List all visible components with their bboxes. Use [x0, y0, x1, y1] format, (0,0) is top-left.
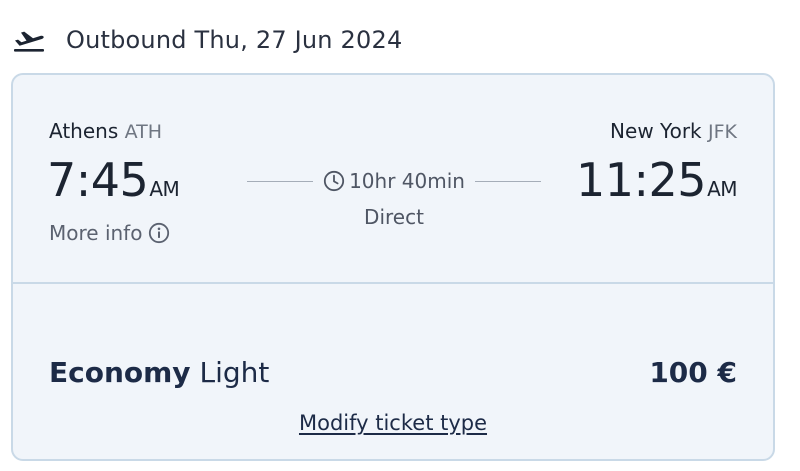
- modify-ticket-type-link[interactable]: Modify ticket type: [299, 411, 487, 435]
- departure-time: 7:45AM: [47, 153, 180, 207]
- fare-type-name: Light: [199, 356, 270, 389]
- fare-cabin: Economy: [49, 356, 191, 389]
- info-circle-icon: [148, 222, 170, 244]
- departure-airport-code: ATH: [124, 121, 163, 143]
- duration-center: 10hr 40min: [313, 169, 475, 193]
- modify-ticket-container: Modify ticket type: [13, 411, 773, 435]
- departure-time-value: 7:45: [47, 153, 149, 207]
- outbound-header: Outbound Thu, 27 Jun 2024: [12, 22, 402, 58]
- duration-line-right: [474, 180, 541, 182]
- arrival-city: New York JFK: [610, 119, 737, 143]
- duration-line-left: [247, 180, 314, 182]
- arrival-time-value: 11:25: [575, 153, 707, 207]
- stops-text: Direct: [364, 205, 424, 229]
- arrival-time: 11:25AM: [575, 153, 738, 207]
- fare-price: 100 €: [649, 356, 737, 389]
- flight-card: Athens ATH New York JFK 7:45AM 11:25AM M…: [11, 73, 775, 461]
- more-info-label: More info: [49, 221, 143, 245]
- fare-type: Economy Light: [49, 356, 269, 389]
- arrival-time-ampm: AM: [707, 177, 737, 201]
- outbound-date-title: Outbound Thu, 27 Jun 2024: [66, 26, 403, 54]
- duration-text: 10hr 40min: [349, 169, 465, 193]
- flight-duration: 10hr 40min: [247, 169, 541, 193]
- plane-takeoff-icon: [12, 25, 48, 55]
- arrival-city-name: New York: [610, 119, 702, 143]
- departure-city: Athens ATH: [49, 119, 162, 143]
- more-info-link[interactable]: More info: [49, 221, 170, 245]
- departure-city-name: Athens: [49, 119, 119, 143]
- departure-time-ampm: AM: [149, 177, 180, 201]
- clock-icon: [323, 170, 345, 192]
- card-divider: [13, 282, 773, 284]
- arrival-airport-code: JFK: [708, 121, 737, 143]
